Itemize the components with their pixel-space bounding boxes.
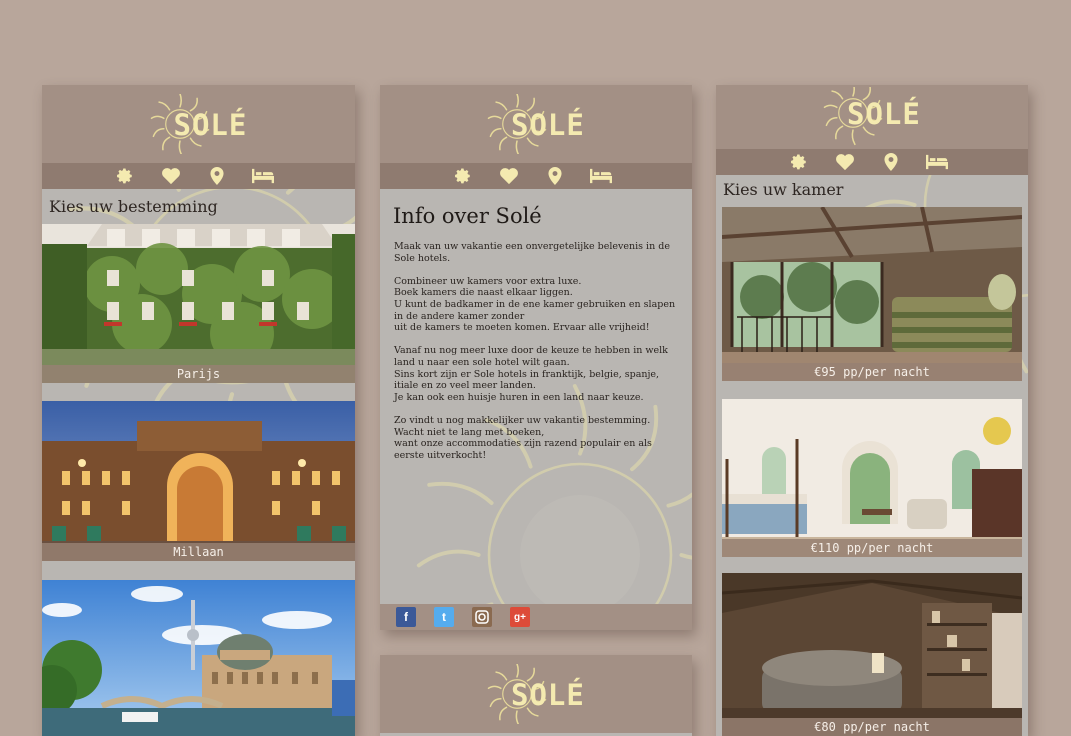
social-bar: f t g+: [380, 604, 692, 630]
rooms-title: Kies uw kamer: [723, 180, 844, 199]
app-header: SOLÉ: [716, 85, 1028, 149]
room-price: €80 pp/per nacht: [722, 718, 1022, 736]
destination-caption: Millaan: [42, 543, 355, 561]
gear-icon[interactable]: [788, 152, 810, 172]
bed-icon[interactable]: [590, 166, 612, 186]
milan-photo: [42, 401, 355, 561]
app-header: SOLÉ: [380, 85, 692, 163]
sole-logo[interactable]: SOLÉ: [481, 664, 591, 724]
destination-card-berlin[interactable]: [42, 580, 355, 736]
room-photo: [722, 399, 1022, 557]
sole-logo[interactable]: SOLÉ: [144, 94, 254, 154]
sole-logo[interactable]: SOLÉ: [481, 94, 591, 154]
facebook-icon[interactable]: f: [396, 607, 416, 627]
location-pin-icon[interactable]: [206, 166, 228, 186]
room-price: €95 pp/per nacht: [722, 363, 1022, 381]
berlin-photo: [42, 580, 355, 736]
bed-icon[interactable]: [926, 152, 948, 172]
room-photo: [722, 573, 1022, 736]
sole-logo[interactable]: SOLÉ: [817, 87, 927, 147]
heart-icon[interactable]: [498, 166, 520, 186]
google-plus-icon[interactable]: g+: [510, 607, 530, 627]
paris-photo: [42, 224, 355, 383]
heart-icon[interactable]: [834, 152, 856, 172]
logo-text: SOLÉ: [511, 678, 585, 712]
room-card[interactable]: €95 pp/per nacht: [722, 207, 1022, 381]
room-card[interactable]: €110 pp/per nacht: [722, 399, 1022, 557]
twitter-icon[interactable]: t: [434, 607, 454, 627]
instagram-icon[interactable]: [472, 607, 492, 627]
partial-screen: SOLÉ: [380, 655, 692, 736]
info-paragraph: Zo vindt u nog makkelijker uw vakantie b…: [394, 414, 652, 461]
info-paragraph: Maak van uw vakantie een onvergetelijke …: [394, 241, 670, 264]
destination-card-milan[interactable]: Millaan: [42, 401, 355, 561]
nav-bar: [42, 163, 355, 189]
info-paragraph: Combineer uw kamers voor extra luxe. Boe…: [394, 275, 676, 334]
destinations-title: Kies uw bestemming: [49, 197, 218, 216]
info-body: Maak van uw vakantie een onvergetelijke …: [380, 239, 692, 461]
destination-card-paris[interactable]: Parijs: [42, 224, 355, 383]
gear-icon[interactable]: [114, 166, 136, 186]
rooms-screen: SOLÉ Kies uw kamer €95 pp/per nacht €110…: [716, 85, 1028, 736]
destination-screen: SOLÉ Kies uw bestemming Parijs Millaan: [42, 85, 355, 736]
app-header: SOLÉ: [380, 655, 692, 733]
info-paragraph: Vanaf nu nog meer luxe door de keuze te …: [394, 345, 668, 403]
nav-bar: [380, 163, 692, 189]
info-title: Info over Solé: [393, 204, 542, 228]
app-header: SOLÉ: [42, 85, 355, 163]
gear-icon[interactable]: [452, 166, 474, 186]
room-price: €110 pp/per nacht: [722, 539, 1022, 557]
heart-icon[interactable]: [160, 166, 182, 186]
logo-text: SOLÉ: [511, 108, 585, 142]
room-card[interactable]: €80 pp/per nacht: [722, 573, 1022, 736]
bed-icon[interactable]: [252, 166, 274, 186]
location-pin-icon[interactable]: [544, 166, 566, 186]
nav-bar: [716, 149, 1028, 175]
room-photo: [722, 207, 1022, 381]
location-pin-icon[interactable]: [880, 152, 902, 172]
logo-text: SOLÉ: [847, 97, 921, 131]
info-screen: SOLÉ Info over Solé Maak van uw vakantie…: [380, 85, 692, 630]
logo-text: SOLÉ: [173, 108, 248, 142]
destination-caption: Parijs: [42, 365, 355, 383]
